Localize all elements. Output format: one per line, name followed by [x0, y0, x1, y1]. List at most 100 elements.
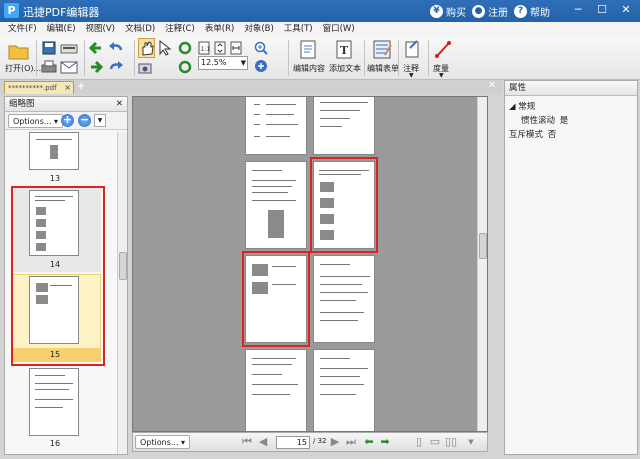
properties-group[interactable]: ◢ 常规: [509, 100, 535, 112]
continuous-view-icon[interactable]: ▭: [429, 436, 441, 449]
help-icon: ?: [514, 5, 527, 18]
document-page[interactable]: [245, 97, 307, 155]
thumbnails-header: 缩略图 ✕: [5, 97, 127, 112]
prev-page-icon[interactable]: ◀: [257, 436, 269, 449]
redo-icon[interactable]: [108, 60, 124, 74]
tab-close-icon[interactable]: ×: [64, 82, 71, 94]
thumbnails-scrollbar[interactable]: [117, 132, 127, 454]
menu-view[interactable]: 视图(V): [86, 22, 115, 36]
print-icon[interactable]: [41, 60, 57, 74]
minimize-button[interactable]: ─: [568, 2, 588, 18]
collapse-triangle-icon: ◢: [509, 102, 516, 112]
maximize-button[interactable]: ☐: [592, 2, 612, 18]
open-button[interactable]: 打开(O)...: [4, 40, 41, 78]
thumbnails-title: 缩略图: [9, 99, 35, 109]
undo-icon[interactable]: [108, 41, 124, 55]
save-icon[interactable]: [42, 41, 56, 55]
document-page[interactable]: [313, 349, 375, 431]
document-page[interactable]: [245, 161, 307, 249]
svg-text:T: T: [340, 44, 349, 57]
pane-close-icon[interactable]: ✕: [116, 97, 123, 112]
properties-pane: 属性 ◢ 常规 惯性滚动 是 互斥模式 否: [504, 80, 638, 455]
email-icon[interactable]: [60, 60, 78, 74]
document-tab[interactable]: **********.pdf ×: [4, 81, 74, 94]
add-text-icon: T: [336, 40, 352, 59]
close-window-button[interactable]: ✕: [616, 2, 636, 18]
zoom-select[interactable]: 12.5% ▼: [198, 56, 248, 70]
zoom-in-icon[interactable]: [254, 41, 268, 55]
thumb-zoom-out-icon[interactable]: −: [78, 114, 91, 127]
app-logo-icon: P: [4, 3, 19, 18]
help-link[interactable]: ? 帮助: [514, 4, 550, 19]
thumb-size-dropdown-icon[interactable]: ▼: [94, 114, 106, 127]
single-page-view-icon[interactable]: ▯: [413, 436, 425, 449]
menu-object[interactable]: 对象(B): [244, 22, 273, 36]
thumb-zoom-in-icon[interactable]: +: [61, 114, 74, 127]
document-page[interactable]: [313, 255, 375, 343]
properties-group-label: 常规: [518, 102, 536, 112]
annotate-dropdown-icon[interactable]: ▼: [409, 72, 414, 79]
menu-window[interactable]: 窗口(W): [323, 22, 355, 36]
go-back-icon[interactable]: ⬅: [363, 436, 375, 449]
first-page-icon[interactable]: ⏮: [241, 436, 253, 449]
menu-tools[interactable]: 工具(T): [284, 22, 313, 36]
menu-form[interactable]: 表单(R): [205, 22, 235, 36]
scanner-icon[interactable]: [60, 41, 78, 55]
buy-link[interactable]: ¥ 购买: [430, 4, 466, 19]
menu-document[interactable]: 文档(D): [125, 22, 155, 36]
rotate-ccw-icon[interactable]: [178, 60, 192, 74]
annotate-button[interactable]: 注释 ▼: [401, 38, 423, 79]
fit-width-icon[interactable]: [230, 41, 242, 55]
edit-content-icon: [300, 40, 316, 59]
menu-comment[interactable]: 注释(C): [165, 22, 195, 36]
view-mode-dropdown-icon[interactable]: ▼: [465, 436, 477, 449]
register-link[interactable]: ● 注册: [472, 4, 508, 19]
property-row[interactable]: 惯性滚动 是: [521, 114, 568, 126]
snapshot-icon[interactable]: [138, 62, 152, 74]
edit-form-button[interactable]: 编辑表单: [366, 38, 400, 78]
toolbar: 打开(O)... 1:1 12.5% ▼ 编辑内容 T 添加文本 编辑表单 注释…: [0, 36, 640, 80]
view-options-button[interactable]: Options... ▾: [135, 435, 191, 449]
document-view[interactable]: [132, 96, 488, 432]
last-page-icon[interactable]: ⏭: [345, 436, 357, 449]
edit-form-label: 编辑表单: [367, 64, 399, 73]
thumbnails-pane: 缩略图 ✕ Options... ▾ + − ▼ 13 14 15 16: [4, 96, 128, 455]
property-value[interactable]: 否: [548, 130, 557, 140]
new-tab-button[interactable]: +: [77, 81, 85, 92]
register-label: 注册: [488, 8, 508, 19]
page-number-input[interactable]: 15: [276, 436, 310, 449]
hand-tool-button[interactable]: [138, 38, 155, 58]
menu-edit[interactable]: 编辑(E): [47, 22, 76, 36]
scrollbar-thumb[interactable]: [119, 252, 127, 280]
forward-arrow-icon[interactable]: [89, 60, 103, 74]
actual-size-icon[interactable]: 1:1: [198, 41, 210, 55]
thumbnail-page[interactable]: [29, 368, 79, 436]
document-page[interactable]: [245, 349, 307, 431]
thumbnails-options-button[interactable]: Options... ▾: [8, 114, 64, 128]
scrollbar-thumb[interactable]: [479, 233, 487, 259]
measure-button[interactable]: 度量 ▼: [431, 38, 453, 79]
close-document-icon[interactable]: ✕: [488, 80, 496, 91]
menu-file[interactable]: 文件(F): [8, 22, 37, 36]
fit-page-icon[interactable]: [214, 41, 226, 55]
select-text-icon[interactable]: [157, 40, 173, 56]
properties-title: 属性: [509, 83, 527, 93]
property-value[interactable]: 是: [560, 116, 569, 126]
property-name: 惯性滚动: [521, 116, 556, 126]
document-scrollbar[interactable]: [477, 97, 487, 431]
thumbnails-options-label: Options...: [13, 117, 52, 126]
go-forward-icon[interactable]: ➡: [379, 436, 391, 449]
view-options-label: Options...: [140, 438, 179, 447]
two-page-view-icon[interactable]: ▯▯: [445, 436, 457, 449]
thumbnail-page-number: 16: [49, 439, 61, 448]
back-arrow-icon[interactable]: [89, 41, 103, 55]
document-page[interactable]: [313, 97, 375, 155]
add-text-button[interactable]: T 添加文本: [328, 38, 362, 78]
measure-dropdown-icon[interactable]: ▼: [439, 72, 444, 79]
next-page-icon[interactable]: ▶: [329, 436, 341, 449]
thumbnail-page[interactable]: [29, 132, 79, 170]
edit-content-button[interactable]: 编辑内容: [292, 38, 326, 78]
rotate-cw-icon[interactable]: [178, 41, 192, 55]
zoom-out-icon[interactable]: [254, 59, 268, 73]
property-row[interactable]: 互斥模式 否: [509, 128, 556, 140]
